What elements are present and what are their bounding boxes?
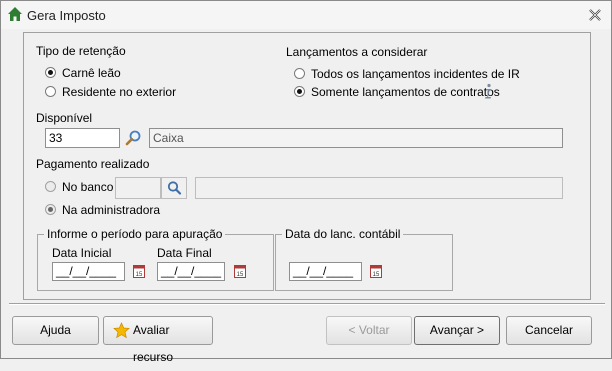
ajuda-button[interactable]: Ajuda	[12, 316, 99, 345]
window-title: Gera Imposto	[27, 8, 106, 23]
avaliar-recurso-label: Avaliar recurso	[133, 323, 174, 364]
contabil-title: Data do lanc. contábil	[282, 227, 404, 241]
star-icon	[113, 322, 130, 339]
svg-text:15: 15	[373, 272, 380, 278]
ajuda-button-label: Ajuda	[40, 323, 71, 337]
no-banco-label: No banco	[62, 180, 114, 194]
calendar-icon[interactable]: 15	[133, 264, 145, 278]
radio-residente-exterior[interactable]	[45, 86, 56, 97]
periodo-groupbox: Informe o período para apuração Data Ini…	[37, 227, 274, 291]
search-icon[interactable]	[124, 129, 142, 147]
data-contabil-input[interactable]: __/__/____	[289, 262, 362, 281]
data-final-label: Data Final	[157, 246, 212, 260]
info-icon[interactable]	[482, 83, 494, 99]
na-administradora-label: Na administradora	[62, 203, 161, 217]
banco-search-icon[interactable]	[161, 177, 187, 199]
data-inicial-label: Data Inicial	[52, 246, 112, 260]
footer-separator	[9, 303, 605, 305]
banco-description-field	[195, 177, 563, 199]
cancelar-button-label: Cancelar	[524, 323, 574, 337]
data-inicial-input[interactable]: __/__/____	[52, 262, 125, 281]
close-icon[interactable]	[587, 7, 603, 23]
avancar-button-label: Avançar >	[429, 323, 485, 337]
contabil-groupbox: Data do lanc. contábil __/__/____ 15	[275, 227, 453, 291]
avaliar-recurso-button[interactable]: Avaliar recurso	[103, 316, 213, 364]
somente-contratos-label: Somente lançamentos de contratos	[311, 85, 500, 99]
svg-text:15: 15	[136, 272, 143, 278]
disponivel-description-field: Caixa	[149, 128, 563, 148]
radio-no-banco[interactable]	[45, 181, 56, 192]
radio-na-administradora[interactable]	[45, 204, 56, 215]
calendar-icon[interactable]: 15	[370, 264, 382, 278]
cancelar-button[interactable]: Cancelar	[506, 316, 592, 345]
dialog-window: Gera Imposto Tipo de retenção Carnê leão…	[0, 0, 612, 364]
home-icon	[8, 7, 22, 21]
radio-carne-leao[interactable]	[45, 67, 56, 78]
banco-code-input[interactable]	[115, 177, 161, 199]
calendar-icon[interactable]: 15	[234, 264, 246, 278]
residente-exterior-label: Residente no exterior	[62, 85, 177, 99]
radio-todos-lancamentos[interactable]	[294, 68, 305, 79]
title-bar: Gera Imposto	[1, 1, 611, 29]
tipo-retencao-label: Tipo de retenção	[36, 44, 126, 58]
avancar-button[interactable]: Avançar >	[414, 316, 500, 345]
radio-somente-contratos[interactable]	[294, 86, 305, 97]
periodo-title: Informe o período para apuração	[44, 227, 226, 241]
voltar-button[interactable]: < Voltar	[326, 316, 412, 345]
lancamentos-label: Lançamentos a considerar	[286, 45, 428, 59]
main-panel: Tipo de retenção Carnê leão Residente no…	[23, 32, 591, 300]
todos-lancamentos-label: Todos os lançamentos incidentes de IR	[311, 67, 520, 81]
voltar-button-label: < Voltar	[348, 323, 390, 337]
disponivel-code-input[interactable]: 33	[45, 128, 120, 148]
pagamento-label: Pagamento realizado	[36, 157, 150, 171]
carne-leao-label: Carnê leão	[62, 66, 121, 80]
disponivel-label: Disponível	[36, 111, 93, 125]
data-final-input[interactable]: __/__/____	[157, 262, 225, 281]
svg-text:15: 15	[237, 272, 244, 278]
